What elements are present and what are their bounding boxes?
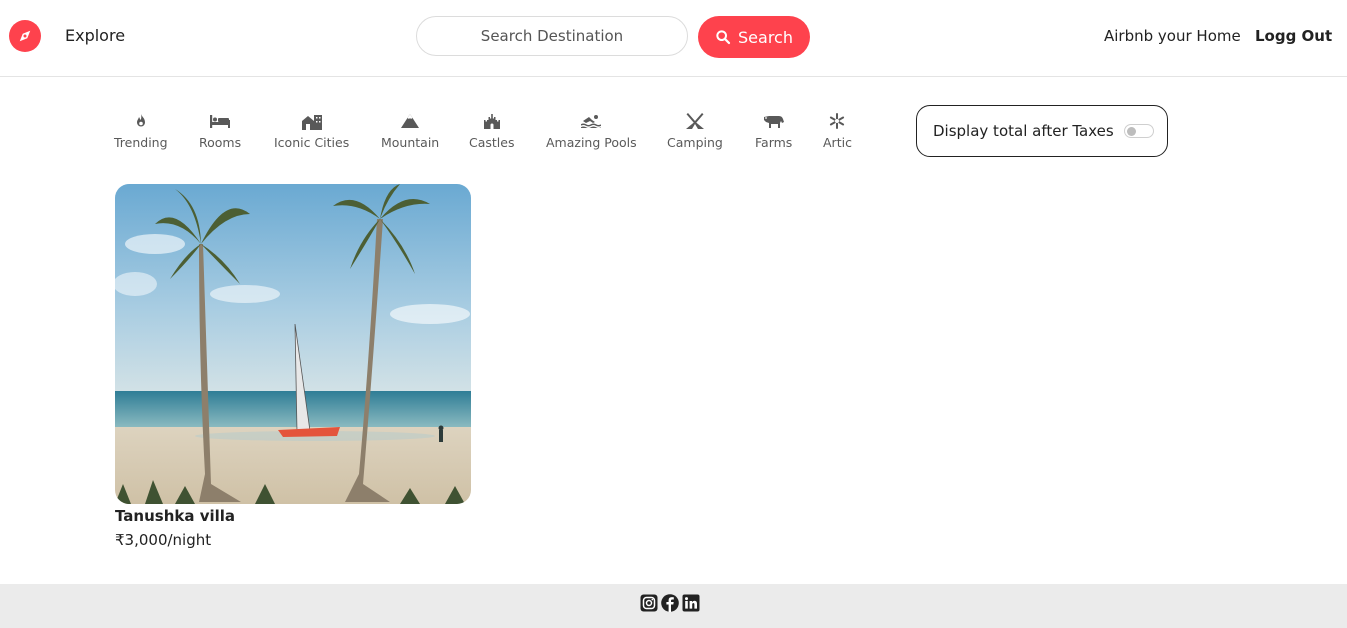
search-icon bbox=[716, 30, 731, 45]
switch-knob bbox=[1126, 127, 1136, 136]
filter-label: Rooms bbox=[199, 135, 242, 150]
fire-icon bbox=[133, 108, 149, 134]
listing-title: Tanushka villa bbox=[115, 507, 236, 525]
filter-iconic-cities[interactable]: Iconic Cities bbox=[274, 108, 349, 150]
nav-link-host[interactable]: Airbnb your Home bbox=[1104, 27, 1241, 45]
filter-mountain[interactable]: Mountain bbox=[381, 108, 439, 150]
mountain-icon bbox=[401, 108, 420, 134]
filter-farms[interactable]: Farms bbox=[755, 108, 792, 150]
filter-bar: Trending Rooms Iconic Cities Mountain Ca… bbox=[0, 108, 900, 158]
listing-image bbox=[115, 184, 471, 504]
nav-link-explore[interactable]: Explore bbox=[65, 26, 125, 45]
tax-toggle-label: Display total after Taxes bbox=[933, 122, 1114, 140]
footer bbox=[0, 584, 1347, 628]
filter-artic[interactable]: Artic bbox=[823, 108, 852, 150]
filter-castles[interactable]: Castles bbox=[469, 108, 514, 150]
compass-icon[interactable] bbox=[9, 20, 41, 52]
listing-card[interactable]: Tanushka villa ₹3,000/night bbox=[115, 184, 471, 549]
tax-toggle-box: Display total after Taxes bbox=[916, 105, 1168, 157]
filter-label: Camping bbox=[667, 135, 723, 150]
castle-icon bbox=[483, 108, 500, 134]
filter-trending[interactable]: Trending bbox=[114, 108, 168, 150]
filter-rooms[interactable]: Rooms bbox=[199, 108, 241, 150]
search-button[interactable]: Search bbox=[698, 16, 810, 58]
social-links bbox=[640, 594, 700, 612]
logout-link[interactable]: Logg Out bbox=[1255, 27, 1332, 45]
facebook-icon[interactable] bbox=[661, 594, 679, 612]
swimmer-icon bbox=[581, 108, 602, 134]
filter-label: Trending bbox=[114, 135, 168, 150]
filter-label: Artic bbox=[823, 135, 852, 150]
cow-icon bbox=[763, 108, 785, 134]
bed-icon bbox=[210, 108, 231, 134]
filter-label: Amazing Pools bbox=[546, 135, 637, 150]
filter-label: Iconic Cities bbox=[274, 135, 350, 150]
tent-icon bbox=[685, 108, 705, 134]
filter-label: Farms bbox=[755, 135, 793, 150]
linkedin-icon[interactable] bbox=[682, 594, 700, 612]
filter-label: Mountain bbox=[381, 135, 440, 150]
instagram-icon[interactable] bbox=[640, 594, 658, 612]
navbar: Explore Search Airbnb your Home Logg Out bbox=[0, 0, 1347, 77]
tax-toggle-switch[interactable] bbox=[1123, 124, 1154, 138]
city-icon bbox=[301, 108, 322, 134]
snowflake-icon bbox=[829, 108, 845, 134]
search-input[interactable] bbox=[416, 16, 688, 56]
filter-camping[interactable]: Camping bbox=[667, 108, 723, 150]
filter-amazing-pools[interactable]: Amazing Pools bbox=[546, 108, 637, 150]
filter-label: Castles bbox=[469, 135, 515, 150]
search-button-label: Search bbox=[738, 27, 793, 47]
listing-price: ₹3,000/night bbox=[115, 531, 212, 549]
